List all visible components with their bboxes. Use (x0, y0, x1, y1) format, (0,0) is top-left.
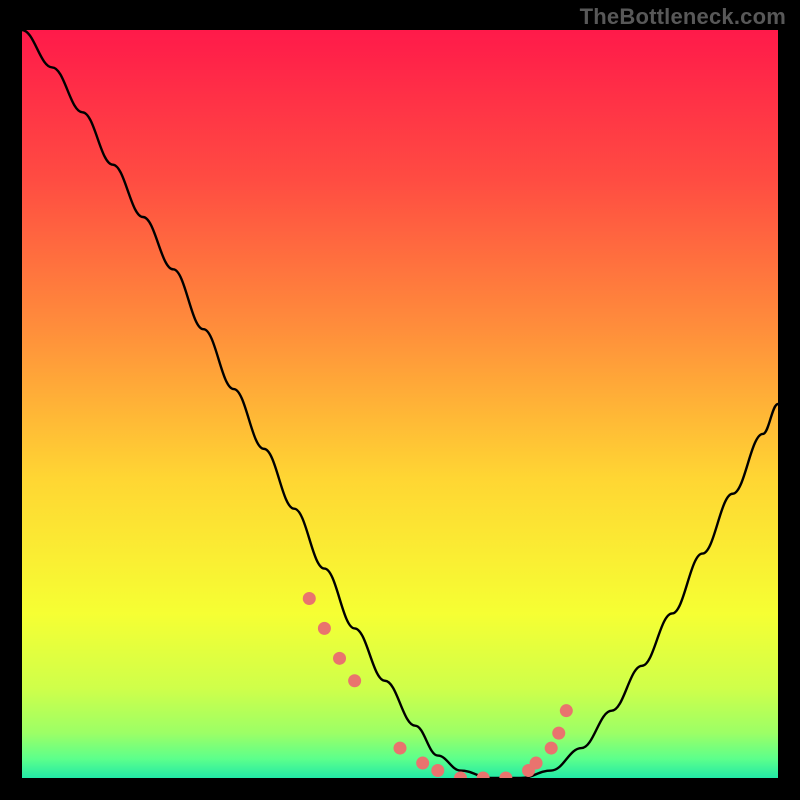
marker-dot (333, 652, 346, 665)
plot-svg (22, 30, 778, 778)
chart-stage: TheBottleneck.com (0, 0, 800, 800)
marker-dot (560, 704, 573, 717)
marker-dot (431, 764, 444, 777)
marker-dot (552, 727, 565, 740)
watermark-text: TheBottleneck.com (580, 4, 786, 30)
marker-dot (303, 592, 316, 605)
marker-dot (318, 622, 331, 635)
marker-dot (530, 757, 543, 770)
marker-dot (416, 757, 429, 770)
marker-dot (394, 742, 407, 755)
marker-dot (348, 674, 361, 687)
marker-dot (545, 742, 558, 755)
plot-area (22, 30, 778, 778)
